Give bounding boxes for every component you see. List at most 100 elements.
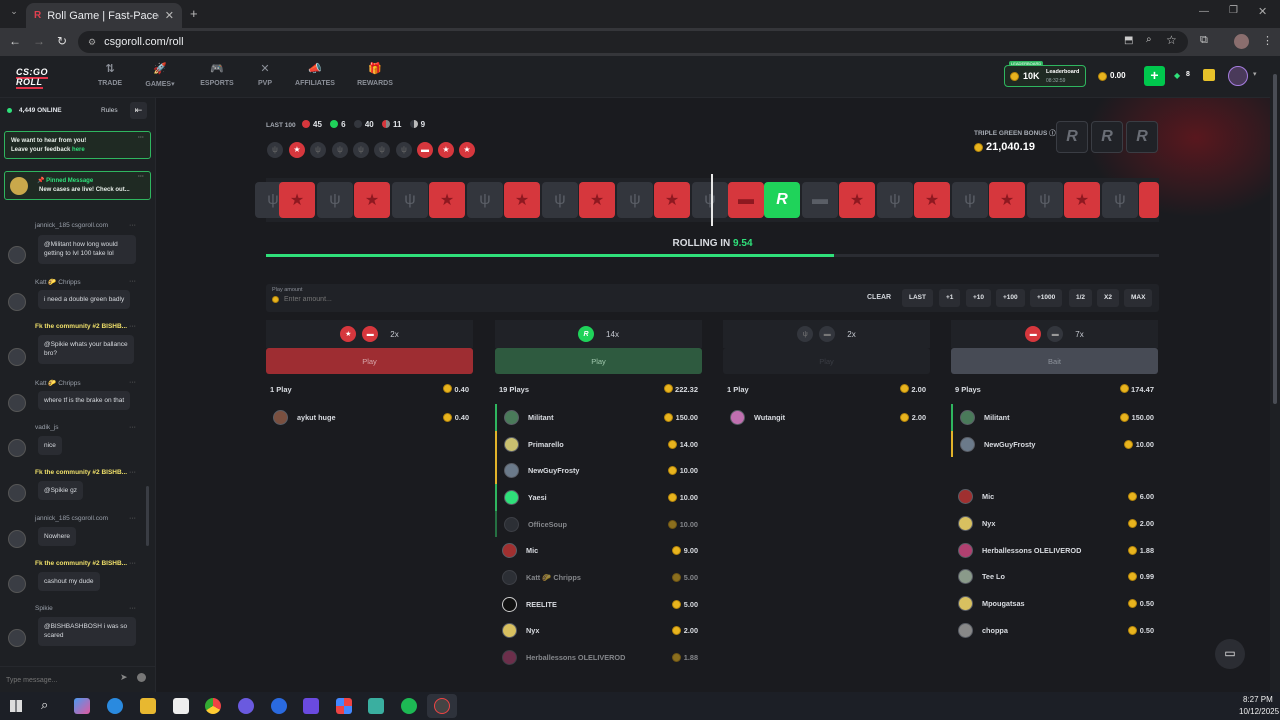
chat-username[interactable]: vadik_js — [35, 424, 58, 431]
plus10-button[interactable]: +10 — [966, 289, 992, 307]
send-icon[interactable]: ➤ — [120, 672, 128, 683]
player-name[interactable]: Militant — [528, 413, 554, 422]
collapse-chat-icon[interactable]: ⇤ — [130, 102, 147, 119]
player-avatar[interactable] — [960, 436, 975, 452]
feedback-banner[interactable]: We want to hear from you! Leave your fee… — [4, 131, 151, 159]
chat-avatar[interactable] — [8, 629, 26, 647]
message-menu-icon[interactable]: ··· — [129, 605, 136, 612]
chat-avatar[interactable] — [8, 293, 26, 311]
file-explorer-icon[interactable] — [140, 698, 156, 714]
player-name[interactable]: Primarello — [528, 440, 564, 449]
app-purple-icon[interactable] — [303, 698, 319, 714]
double-button[interactable]: X2 — [1097, 289, 1119, 307]
deposit-button[interactable]: + — [1144, 66, 1165, 86]
chat-scrollbar[interactable] — [146, 486, 149, 546]
play-bait-button[interactable]: Bait — [951, 348, 1158, 374]
csgoroll-app-icon[interactable] — [434, 698, 450, 714]
clear-button[interactable]: CLEAR — [867, 294, 891, 301]
message-menu-icon[interactable]: ··· — [129, 379, 136, 386]
feedback-link[interactable]: here — [72, 147, 85, 153]
player-avatar[interactable] — [958, 622, 973, 638]
play-red-button[interactable]: Play — [266, 348, 473, 374]
player-name[interactable]: Mpougatsas — [982, 599, 1025, 608]
url-field[interactable]: ⚙ csgoroll.com/roll — [78, 31, 1188, 53]
spotify-icon[interactable] — [401, 698, 417, 714]
zoom-icon[interactable]: ⌕ — [1146, 34, 1152, 45]
last-button[interactable]: LAST — [902, 289, 933, 307]
player-avatar[interactable] — [958, 489, 973, 505]
max-button[interactable]: MAX — [1124, 289, 1153, 307]
minimize-icon[interactable]: — — [1199, 6, 1209, 17]
player-name[interactable]: OfficeSoup — [528, 520, 567, 529]
chat-username[interactable]: Katt 🌮 Chripps — [35, 379, 81, 387]
plus100-button[interactable]: +100 — [996, 289, 1025, 307]
play-amount-input[interactable] — [284, 294, 484, 305]
nav-pvp[interactable]: ✕ PVP — [243, 62, 287, 87]
discord-icon[interactable] — [238, 698, 254, 714]
user-avatar[interactable] — [1228, 66, 1248, 86]
chat-username[interactable]: Fk the community #2 BISHB... — [35, 323, 127, 330]
chrome-icon[interactable] — [205, 698, 221, 714]
plus1-button[interactable]: +1 — [939, 289, 961, 307]
half-button[interactable]: 1/2 — [1069, 289, 1093, 307]
app-pinwheel-icon[interactable] — [336, 698, 352, 714]
site-logo[interactable]: CS:GO ROLL — [16, 67, 74, 89]
clock-date[interactable]: 10/12/2025 — [1239, 707, 1279, 716]
player-name[interactable]: NewGuyFrosty — [528, 466, 580, 475]
nav-trade[interactable]: ⇅ TRADE — [88, 62, 132, 87]
message-menu-icon[interactable]: ··· — [129, 323, 136, 330]
player-avatar[interactable] — [958, 569, 973, 585]
message-menu-icon[interactable]: ··· — [129, 469, 136, 476]
chat-input[interactable] — [6, 672, 106, 688]
player-avatar[interactable] — [502, 650, 517, 666]
support-chat-button[interactable]: ▭ — [1215, 639, 1245, 669]
leaderboard-widget[interactable]: LEADERBOARD 10K Leaderboard 08:32:59 — [1004, 61, 1086, 87]
player-name[interactable]: Herballessons OLELIVEROD — [526, 653, 625, 662]
chat-username[interactable]: Fk the community #2 BISHB... — [35, 560, 127, 567]
player-avatar[interactable] — [504, 436, 519, 452]
message-menu-icon[interactable]: ··· — [129, 560, 136, 567]
player-avatar[interactable] — [504, 409, 519, 425]
forward-icon[interactable]: → — [33, 34, 45, 48]
rules-link[interactable]: Rules — [101, 107, 118, 114]
back-icon[interactable]: ← — [9, 34, 21, 48]
chat-avatar[interactable] — [8, 575, 26, 593]
nav-affiliates[interactable]: 📣 AFFILIATES — [293, 62, 337, 87]
player-avatar[interactable] — [504, 516, 519, 532]
app-teal-icon[interactable] — [368, 698, 384, 714]
reload-icon[interactable]: ↻ — [57, 34, 67, 48]
copilot-icon[interactable] — [74, 698, 90, 714]
new-tab-icon[interactable]: + — [190, 6, 198, 21]
store-icon[interactable] — [173, 698, 189, 714]
browser-menu-icon[interactable]: ⋮ — [1262, 34, 1273, 47]
player-name[interactable]: Tee Lo — [982, 572, 1005, 581]
player-name[interactable]: Militant — [984, 413, 1010, 422]
browser-tab[interactable]: R Roll Game | Fast-Paced Tile Game ✕ — [26, 3, 182, 28]
message-menu-icon[interactable]: ··· — [129, 222, 136, 229]
chat-avatar[interactable] — [8, 530, 26, 548]
player-name[interactable]: NewGuyFrosty — [984, 440, 1036, 449]
player-name[interactable]: Nyx — [982, 519, 995, 528]
message-menu-icon[interactable]: ··· — [129, 515, 136, 522]
player-avatar[interactable] — [502, 596, 517, 612]
message-menu-icon[interactable]: ··· — [129, 424, 136, 431]
chat-username[interactable]: Katt 🌮 Chripps — [35, 278, 81, 286]
player-avatar[interactable] — [502, 623, 517, 639]
chat-avatar[interactable] — [8, 484, 26, 502]
player-avatar[interactable] — [273, 409, 288, 425]
chat-username[interactable]: jannick_185 csgoroll.com — [35, 515, 108, 522]
tab-search-icon[interactable]: ⌄ — [7, 6, 21, 20]
chat-username[interactable]: Fk the community #2 BISHB... — [35, 469, 127, 476]
edge-icon[interactable] — [107, 698, 123, 714]
chat-avatar[interactable] — [8, 439, 26, 457]
player-name[interactable]: Wutangit — [754, 413, 785, 422]
player-avatar[interactable] — [504, 489, 519, 505]
site-info-icon[interactable]: ⚙ — [88, 37, 96, 48]
restore-icon[interactable]: ❐ — [1229, 5, 1238, 16]
nav-rewards[interactable]: 🎁 REWARDS — [353, 62, 397, 87]
player-name[interactable]: Mic — [982, 492, 994, 501]
chat-avatar[interactable] — [8, 246, 26, 264]
player-name[interactable]: Yaesi — [528, 493, 547, 502]
player-avatar[interactable] — [958, 542, 973, 558]
player-avatar[interactable] — [958, 595, 973, 611]
